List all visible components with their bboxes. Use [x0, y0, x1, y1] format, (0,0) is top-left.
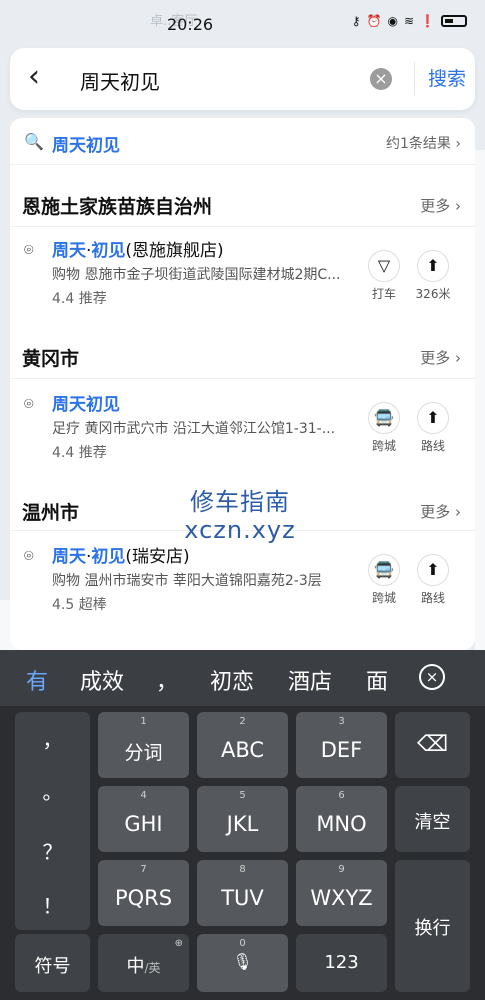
key-mno[interactable]: 6 MNO	[296, 786, 387, 852]
route-button[interactable]: ⬆ 路线	[411, 402, 455, 454]
key-wxyz[interactable]: 9 WXYZ	[296, 860, 387, 926]
clear-key[interactable]: 清空	[395, 786, 470, 852]
status-bar: 20:26 ⚷ ⏰ ◉ ≋ ❗	[0, 0, 485, 46]
key-ghi[interactable]: 4 GHI	[98, 786, 189, 852]
poi-address: 购物 恩施市金子坝街道武陵国际建材城2期C...	[52, 267, 341, 283]
city-title: 恩施土家族苗族自治州	[22, 196, 213, 218]
candidate-word[interactable]: 有	[26, 664, 48, 696]
key-icon: ⚷	[351, 14, 361, 28]
results-panel: 🔍 周天初见 约1条结果 › 恩施土家族苗族自治州 更多 › ⌾ 周天·初见(恩…	[10, 118, 475, 650]
candidate-word[interactable]: 成效	[80, 664, 124, 696]
candidate-word[interactable]: 初恋	[210, 664, 254, 696]
divider	[414, 62, 415, 96]
space-key[interactable]: 0 🎙	[197, 934, 288, 992]
route-arrow-icon: ⬆	[417, 554, 449, 586]
watermark: 修车指南 xczn.xyz	[184, 488, 296, 544]
microphone-icon: 🎙	[232, 952, 253, 971]
poi-rating: 4.5 超棒	[52, 597, 107, 613]
cross-city-button[interactable]: 🚍 跨城	[362, 402, 406, 454]
taxi-button[interactable]: ▽ 打车	[362, 250, 406, 302]
map-road	[475, 150, 485, 650]
result-count: 约1条结果 ›	[386, 136, 461, 152]
more-button[interactable]: 更多 ›	[420, 347, 461, 368]
battery-icon	[441, 15, 467, 27]
close-candidates-icon[interactable]: ×	[419, 664, 445, 690]
alert-icon: ❗	[420, 14, 435, 28]
location-pin-icon: ⌾	[24, 546, 34, 565]
key-abc[interactable]: 2 ABC	[197, 712, 288, 778]
cross-city-button[interactable]: 🚍 跨城	[362, 554, 406, 606]
status-time: 20:26	[166, 15, 214, 34]
poi-title: 周天·初见(恩施旗舰店)	[52, 241, 224, 261]
poi-address: 足疗 黄冈市武穴市 沿江大道邻江公馆1-31-...	[52, 421, 336, 437]
location-icon: ◉	[387, 14, 398, 28]
route-arrow-icon: ⬆	[417, 250, 449, 282]
backspace-key[interactable]: ⌫	[395, 712, 470, 778]
key-fenci[interactable]: 1 分词	[98, 712, 189, 778]
poi-item[interactable]: ⌾ 周天·初见(瑞安店) 购物 温州市瑞安市 莘阳大道锦阳嘉苑2-3层 4.5 …	[10, 538, 475, 630]
punct-key[interactable]: ？	[15, 836, 90, 865]
candidate-word[interactable]: 酒店	[288, 664, 332, 696]
city-title: 温州市	[22, 502, 80, 524]
candidate-word[interactable]: 面	[366, 664, 388, 696]
taxi-icon: ▽	[368, 250, 400, 282]
location-pin-icon: ⌾	[24, 240, 34, 259]
punct-key[interactable]: ！	[15, 890, 90, 919]
punctuation-column[interactable]: ， 。 ？ ！	[15, 712, 90, 930]
bus-icon: 🚍	[368, 402, 400, 434]
wifi-icon: ≋	[403, 14, 415, 28]
backspace-icon: ⌫	[416, 732, 449, 757]
location-pin-icon: ⌾	[24, 394, 34, 413]
more-button[interactable]: 更多 ›	[420, 195, 461, 216]
suggestion-name: 周天初见	[52, 136, 120, 156]
more-button[interactable]: 更多 ›	[420, 501, 461, 522]
search-input[interactable]: 周天初见	[80, 66, 160, 95]
key-jkl[interactable]: 5 JKL	[197, 786, 288, 852]
bus-icon: 🚍	[368, 554, 400, 586]
poi-rating: 4.4 推荐	[52, 445, 107, 461]
poi-title: 周天·初见(瑞安店)	[52, 547, 190, 567]
search-bar: ‹ 周天初见 × 搜索	[10, 48, 475, 110]
key-pqrs[interactable]: 7 PQRS	[98, 860, 189, 926]
poi-title: 周天初见	[52, 395, 120, 415]
poi-item[interactable]: ⌾ 周天初见 足疗 黄冈市武穴市 沿江大道邻江公馆1-31-... 4.4 推荐…	[10, 386, 475, 478]
divider	[10, 226, 475, 227]
poi-address: 购物 温州市瑞安市 莘阳大道锦阳嘉苑2-3层	[52, 573, 322, 589]
clear-icon[interactable]: ×	[370, 68, 392, 90]
candidate-bar: 有 成效 ， 初恋 酒店 面 ×	[0, 650, 485, 706]
search-button[interactable]: 搜索	[428, 64, 466, 91]
key-tuv[interactable]: 8 TUV	[197, 860, 288, 926]
number-mode-key[interactable]: 123	[296, 934, 387, 992]
punct-key[interactable]: ，	[15, 724, 90, 753]
poi-item[interactable]: ⌾ 周天·初见(恩施旗舰店) 购物 恩施市金子坝街道武陵国际建材城2期C... …	[10, 232, 475, 324]
search-icon: 🔍	[24, 132, 44, 151]
divider	[10, 378, 475, 379]
symbol-key[interactable]: 符号	[15, 934, 90, 992]
globe-icon: ⊕	[174, 938, 183, 949]
poi-rating: 4.4 推荐	[52, 291, 107, 307]
suggestion-row[interactable]: 🔍 周天初见 约1条结果 ›	[10, 118, 475, 165]
candidate-word[interactable]: ，	[156, 664, 178, 696]
city-title: 黄冈市	[22, 348, 80, 370]
route-button[interactable]: ⬆ 路线	[411, 554, 455, 606]
keyboard: ， 。 ？ ！ 1 分词 2 ABC 3 DEF ⌫ 4 GHI 5 JKL 6…	[0, 706, 485, 1000]
route-button[interactable]: ⬆ 326米	[411, 250, 455, 302]
alarm-icon: ⏰	[366, 14, 382, 28]
back-arrow-icon[interactable]: ‹	[28, 62, 58, 94]
language-switch-key[interactable]: ⊕ 中/英	[98, 934, 189, 992]
punct-key[interactable]: 。	[15, 776, 90, 805]
route-arrow-icon: ⬆	[417, 402, 449, 434]
enter-key[interactable]: 换行	[395, 860, 470, 992]
key-def[interactable]: 3 DEF	[296, 712, 387, 778]
